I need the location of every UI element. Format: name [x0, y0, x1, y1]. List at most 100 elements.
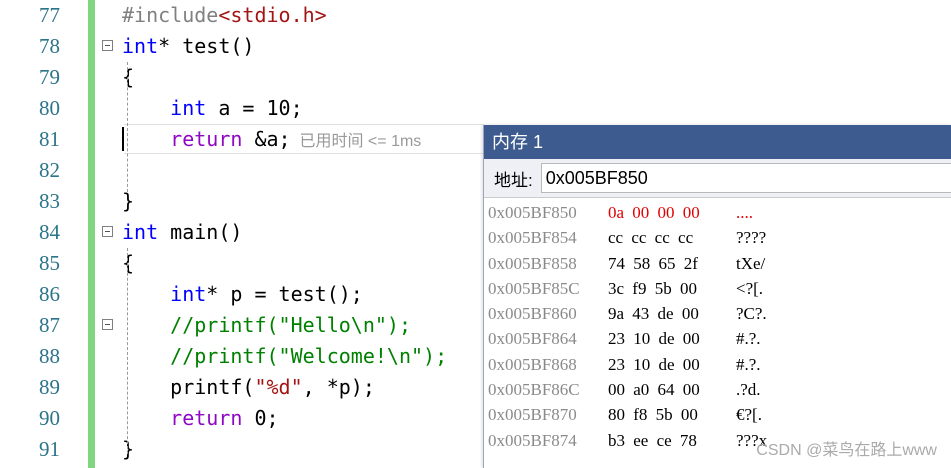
memory-bytes: 0a 00 00 00: [608, 203, 700, 222]
address-label: 地址:: [494, 170, 533, 190]
memory-address: 0x005BF86C: [488, 380, 580, 400]
line-number: 79: [39, 65, 60, 89]
code-line[interactable]: }: [122, 434, 134, 465]
code-token: "%d": [254, 375, 303, 399]
memory-row[interactable]: 0x005BF870 80 f8 5b 00 €?[.: [484, 402, 951, 427]
code-token: main(): [158, 220, 243, 244]
elapsed-time-hint: 已用时间 <= 1ms: [290, 133, 422, 150]
line-number: 82: [39, 158, 60, 182]
memory-row[interactable]: 0x005BF85C 3c f9 5b 00 <?[.: [484, 276, 951, 301]
code-token: }: [122, 437, 135, 461]
code-token: &a;: [242, 127, 291, 151]
line-number: 88: [39, 344, 60, 368]
collapse-icon[interactable]: [102, 40, 113, 51]
code-token: {: [122, 251, 135, 275]
memory-ascii: ....: [736, 203, 753, 222]
memory-address: 0x005BF850: [488, 203, 577, 222]
watermark: CSDN @菜鸟在路上www: [756, 442, 937, 459]
code-line[interactable]: //printf("Hello\n");: [122, 310, 411, 341]
memory-rows[interactable]: 0x005BF850 0a 00 00 00.... 0x005BF854 cc cc…: [484, 198, 951, 453]
memory-bytes: 3c f9 5b 00: [608, 278, 697, 298]
code-token: int: [122, 220, 159, 244]
code-token: printf(: [122, 375, 255, 399]
code-line[interactable]: int a = 10;: [122, 93, 303, 124]
memory-bytes: 23 10 de 00: [608, 354, 700, 374]
collapse-icon[interactable]: [102, 319, 113, 330]
memory-row[interactable]: 0x005BF850 0a 00 00 00....: [484, 200, 951, 225]
memory-bytes: cc cc cc cc: [608, 228, 694, 248]
memory-ascii: ?C?.: [736, 304, 767, 324]
code-token: //printf("Hello\n");: [122, 313, 411, 337]
code-token: return: [122, 406, 243, 430]
code-line[interactable]: {: [122, 62, 134, 93]
line-number: 86: [39, 282, 60, 306]
line-number: 80: [39, 96, 60, 120]
memory-bytes: 80 f8 5b 00: [608, 405, 698, 425]
memory-ascii: .?d.: [736, 380, 761, 400]
code-token: , *p);: [302, 375, 375, 399]
code-token: {: [122, 65, 135, 89]
memory-bytes: 23 10 de 00: [608, 329, 700, 349]
code-token: int: [122, 282, 207, 306]
memory-ascii: tXe/: [736, 253, 766, 273]
memory-bytes: 00 a0 64 00: [608, 380, 700, 400]
code-line[interactable]: return 0;: [122, 403, 279, 434]
memory-address: 0x005BF860: [488, 304, 577, 324]
memory-bytes: b3 ee ce 78: [608, 430, 697, 450]
code-token: return: [122, 127, 243, 151]
memory-row[interactable]: 0x005BF864 23 10 de 00 #.?.: [484, 326, 951, 351]
code-line[interactable]: //printf("Welcome!\n");: [122, 341, 447, 372]
code-line[interactable]: int* test(): [122, 31, 254, 62]
code-line[interactable]: }: [122, 186, 134, 217]
code-token: a = 10;: [206, 96, 303, 120]
line-number: 84: [39, 220, 60, 244]
code-line[interactable]: return &a; 已用时间 <= 1ms: [122, 124, 421, 155]
code-line[interactable]: int* p = test();: [122, 279, 363, 310]
memory-ascii: <?[.: [736, 278, 764, 298]
code-line[interactable]: printf("%d", *p);: [122, 372, 375, 403]
memory-address: 0x005BF868: [488, 354, 577, 374]
code-line[interactable]: #include<stdio.h>: [122, 0, 327, 31]
code-line[interactable]: int main(): [122, 217, 242, 248]
memory-window[interactable]: 内存 1 地址: 0x005BF850 0x005BF850 0a 00 00 0…: [483, 125, 951, 468]
code-line[interactable]: {: [122, 248, 134, 279]
code-token: }: [122, 189, 135, 213]
memory-window-title[interactable]: 内存 1: [484, 125, 951, 159]
memory-ascii: #.?.: [736, 354, 761, 374]
memory-row[interactable]: 0x005BF868 23 10 de 00 #.?.: [484, 352, 951, 377]
memory-row[interactable]: 0x005BF860 9a 43 de 00 ?C?.: [484, 301, 951, 326]
line-number: 83: [39, 189, 60, 213]
memory-bytes: 9a 43 de 00: [608, 304, 699, 324]
memory-address: 0x005BF870: [488, 405, 577, 425]
line-number: 89: [39, 375, 60, 399]
memory-row[interactable]: 0x005BF86C 00 a0 64 00 .?d.: [484, 377, 951, 402]
change-indicator-bar: [88, 0, 95, 468]
line-number: 85: [39, 251, 60, 275]
memory-row[interactable]: 0x005BF854 cc cc cc cc????: [484, 225, 951, 250]
code-token: int: [122, 96, 207, 120]
indent-guide: [127, 248, 128, 454]
memory-address: 0x005BF854: [488, 228, 577, 248]
code-token: * test(): [158, 34, 255, 58]
text-caret: [122, 127, 124, 151]
line-number: 87: [39, 313, 60, 337]
code-token: <stdio.h>: [218, 3, 327, 27]
memory-row[interactable]: 0x005BF858 74 58 65 2f tXe/: [484, 251, 951, 276]
code-token: #include: [122, 3, 219, 27]
code-token: * p = test();: [206, 282, 363, 306]
indent-guide: [127, 62, 128, 192]
memory-ascii: ????: [736, 228, 767, 248]
memory-address: 0x005BF864: [488, 329, 577, 349]
memory-bytes: 74 58 65 2f: [608, 253, 698, 273]
line-number: 90: [39, 406, 60, 430]
code-token: //printf("Welcome!\n");: [122, 344, 448, 368]
line-number: 81: [39, 127, 60, 151]
line-number: 91: [39, 437, 60, 461]
code-token: 0;: [242, 406, 279, 430]
collapse-icon[interactable]: [102, 226, 113, 237]
memory-ascii: #.?.: [736, 329, 761, 349]
address-input[interactable]: 0x005BF850: [540, 163, 951, 193]
code-token: int: [122, 34, 159, 58]
address-bar: 地址: 0x005BF850: [484, 159, 951, 198]
memory-address: 0x005BF874: [488, 430, 577, 450]
